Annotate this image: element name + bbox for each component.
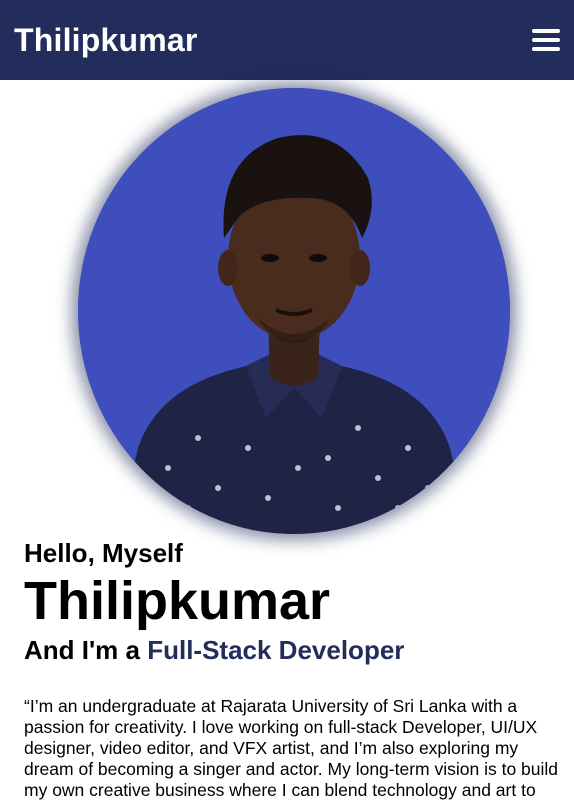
hamburger-menu-button[interactable] (526, 20, 566, 60)
greeting-text: Hello, Myself (24, 538, 183, 568)
role-title: Full-Stack Developer (147, 635, 405, 665)
brand-logo-link[interactable]: Thilipkumar (14, 24, 198, 56)
hamburger-icon (532, 29, 560, 33)
hamburger-icon-bar (532, 38, 560, 42)
bio-paragraph: “I’m an undergraduate at Rajarata Univer… (24, 696, 559, 800)
role-prefix: And I'm a (24, 635, 148, 665)
hero-intro: Hello, Myself Thilipkumar And I'm a Full… (24, 538, 564, 666)
profile-photo-illustration (78, 88, 510, 534)
hero-name: Thilipkumar (24, 571, 331, 631)
hamburger-icon-bar (532, 47, 560, 51)
top-navbar: Thilipkumar (0, 0, 574, 80)
profile-photo (78, 88, 510, 534)
role-line: And I'm a Full-Stack Developer (24, 634, 564, 666)
